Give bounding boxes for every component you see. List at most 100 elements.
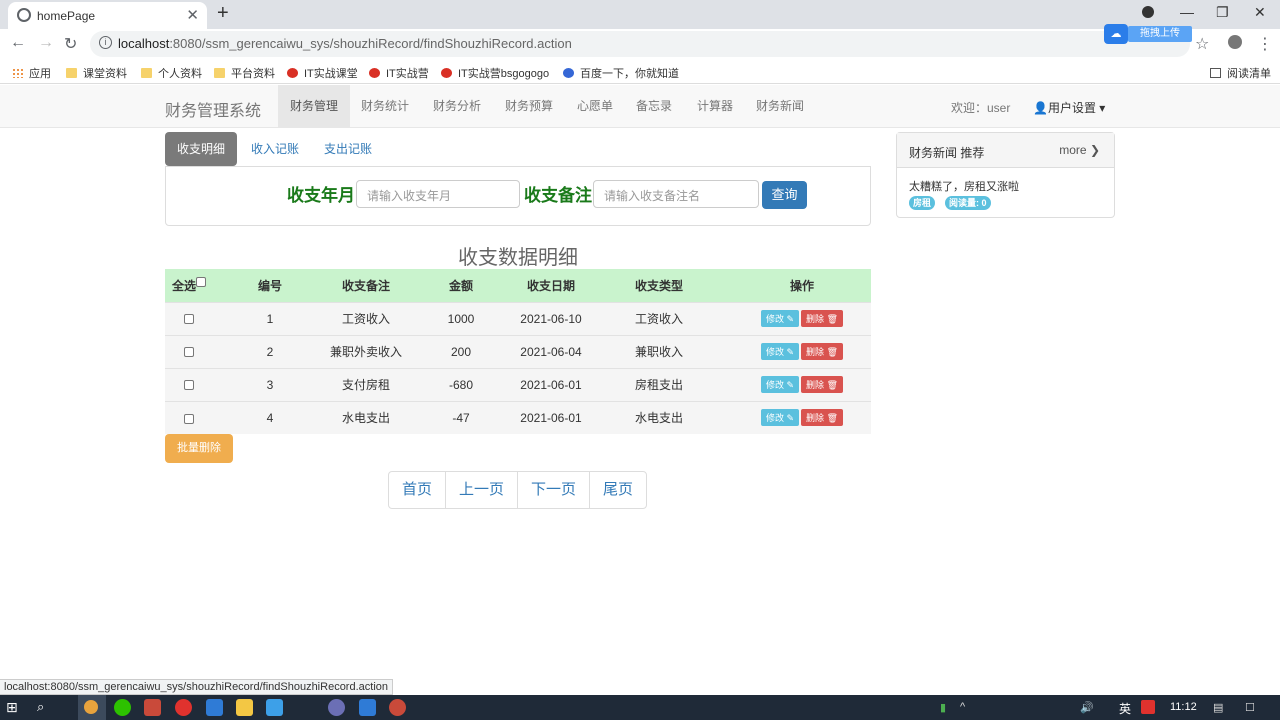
news-item-link[interactable]: 太糟糕了，房租又涨啦 <box>909 178 1019 194</box>
bookmark-folder[interactable]: 个人资料 <box>141 65 202 81</box>
records-table: 全选 编号 收支备注 金额 收支日期 收支类型 操作 1 工资收入 1000 2… <box>165 269 871 434</box>
file-explorer-icon[interactable] <box>236 699 253 716</box>
minimize-icon[interactable]: — <box>1180 4 1194 20</box>
reading-list[interactable]: 阅读清单 <box>1210 65 1271 81</box>
bookmark-star-icon[interactable]: ☆ <box>1195 34 1209 54</box>
action-center-icon[interactable]: ☐ <box>1245 701 1255 714</box>
news-more-link[interactable]: more ❯ <box>1059 143 1100 157</box>
table-row: 3 支付房租 -680 2021-06-01 房租支出 修改 ✎ 删除 🗑 <box>165 367 871 401</box>
edit-button[interactable]: 修改 ✎ <box>760 376 800 393</box>
back-icon[interactable]: ← <box>10 34 26 52</box>
edit-button[interactable]: 修改 ✎ <box>760 310 800 327</box>
nav-item-memo[interactable]: 备忘录 <box>624 85 684 127</box>
column-header: 收支日期 <box>517 269 585 302</box>
table-row: 2 兼职外卖收入 200 2021-06-04 兼职收入 修改 ✎ 删除 🗑 <box>165 334 871 368</box>
cell-amount: -47 <box>405 400 517 434</box>
site-icon <box>287 68 298 78</box>
page-last[interactable]: 尾页 <box>589 472 646 508</box>
cell-note: 兼职外卖收入 <box>327 334 405 368</box>
nav-item-finance-news[interactable]: 财务新闻 <box>744 85 816 127</box>
upload-widget[interactable]: ☁ 拖拽上传 <box>1104 24 1192 44</box>
bookmark-folder[interactable]: 课堂资料 <box>66 65 127 81</box>
cell-id: 4 <box>213 400 327 434</box>
reading-list-icon <box>1210 68 1221 78</box>
bookmark-link[interactable]: IT实战营bsgogogo <box>441 65 549 81</box>
bookmark-link[interactable]: 百度一下，你就知道 <box>563 65 679 81</box>
row-checkbox[interactable] <box>184 347 194 358</box>
user-settings-dropdown[interactable]: 👤用户设置 ▾ <box>1033 99 1105 116</box>
netease-music-icon[interactable] <box>175 699 192 716</box>
new-tab-icon[interactable]: + <box>217 2 229 25</box>
browser-tab[interactable]: homePage ✕ <box>8 2 207 29</box>
trash-icon: 🗑 <box>826 413 839 424</box>
edit-icon: ✎ <box>786 413 795 424</box>
tab-expense-record[interactable]: 支出记账 <box>312 132 384 166</box>
video-icon[interactable] <box>359 699 376 716</box>
brand[interactable]: 财务管理系统 <box>165 97 261 121</box>
reload-icon[interactable]: ↻ <box>64 34 77 54</box>
info-icon[interactable]: i <box>99 36 112 49</box>
table-row: 1 工资收入 1000 2021-06-10 工资收入 修改 ✎ 删除 🗑 <box>165 301 871 335</box>
windows-start-icon[interactable]: ⊞ <box>6 699 23 716</box>
nav-item-finance-analysis[interactable]: 财务分析 <box>421 85 493 127</box>
status-bar: localhost:8080/ssm_gerencaiwu_sys/shouzh… <box>0 679 393 695</box>
site-icon <box>441 68 452 78</box>
show-hidden-icons-icon[interactable]: ^ <box>960 701 965 713</box>
app-icon[interactable] <box>144 699 161 716</box>
cloud-icon: ☁ <box>1104 24 1128 44</box>
nav-item-calculator[interactable]: 计算器 <box>685 85 745 127</box>
bookmark-apps[interactable]: 应用 <box>12 65 51 81</box>
delete-button[interactable]: 删除 🗑 <box>801 409 844 427</box>
table-title: 收支数据明细 <box>458 247 578 269</box>
query-button[interactable]: 查询 <box>762 181 807 209</box>
bookmark-link[interactable]: IT实战营 <box>369 65 429 81</box>
sogou-input-icon[interactable] <box>1141 700 1155 714</box>
wechat-icon[interactable] <box>114 699 131 716</box>
delete-button[interactable]: 删除 🗑 <box>801 343 844 360</box>
row-checkbox[interactable] <box>184 380 194 391</box>
address-bar[interactable]: i localhost:8080/ssm_gerencaiwu_sys/shou… <box>90 31 1190 57</box>
delete-button[interactable]: 删除 🗑 <box>801 376 844 393</box>
page-next[interactable]: 下一页 <box>517 472 589 508</box>
note-input[interactable]: 请输入收支备注名 <box>593 180 759 208</box>
column-header: 编号 <box>213 269 327 302</box>
delete-button[interactable]: 删除 🗑 <box>801 310 844 327</box>
app-icon[interactable] <box>206 699 223 716</box>
edit-button[interactable]: 修改 ✎ <box>760 409 800 427</box>
tab-income-expense-detail[interactable]: 收支明细 <box>165 132 238 166</box>
app-icon[interactable] <box>266 699 283 716</box>
battery-tray-icon[interactable]: ▮ <box>940 701 946 714</box>
row-checkbox[interactable] <box>184 314 194 325</box>
notification-icon[interactable]: ▤ <box>1213 701 1223 714</box>
row-checkbox[interactable] <box>184 413 194 424</box>
month-input[interactable]: 请输入收支年月 <box>356 180 520 208</box>
clock[interactable]: 11:12 <box>1170 701 1197 713</box>
search-icon[interactable]: ⌕ <box>37 699 54 716</box>
settings-icon[interactable] <box>328 699 345 716</box>
nav-item-wishlist[interactable]: 心愿单 <box>565 85 625 127</box>
account-icon[interactable] <box>1228 35 1242 49</box>
maximize-icon[interactable]: ❐ <box>1216 4 1229 21</box>
select-all-checkbox[interactable] <box>196 276 206 287</box>
page-first[interactable]: 首页 <box>389 472 445 508</box>
nav-item-finance-management[interactable]: 财务管理 <box>278 85 351 127</box>
tab-income-record[interactable]: 收入记账 <box>239 132 311 166</box>
cell-id: 2 <box>213 334 327 368</box>
bookmark-link[interactable]: IT实战课堂 <box>287 65 358 81</box>
window-close-icon[interactable]: ✕ <box>1254 4 1266 21</box>
volume-icon[interactable]: 🔊 <box>1080 701 1094 714</box>
nav-item-finance-statistics[interactable]: 财务统计 <box>349 85 421 127</box>
close-tab-icon[interactable]: ✕ <box>186 6 199 24</box>
batch-delete-button[interactable]: 批量删除 <box>165 434 233 463</box>
ime-indicator[interactable]: 英 <box>1119 700 1131 717</box>
nav-item-finance-budget[interactable]: 财务预算 <box>493 85 565 127</box>
forward-icon[interactable]: → <box>38 34 54 52</box>
edit-button[interactable]: 修改 ✎ <box>760 343 800 360</box>
cell-date: 2021-06-01 <box>517 367 585 401</box>
page-prev[interactable]: 上一页 <box>445 472 517 508</box>
profile-dropdown-icon[interactable] <box>1142 6 1154 18</box>
recorder-icon[interactable] <box>389 699 406 716</box>
select-all-header[interactable]: 全选 <box>165 269 213 302</box>
menu-icon[interactable]: ⋮ <box>1257 34 1273 54</box>
bookmark-folder[interactable]: 平台资料 <box>214 65 275 81</box>
